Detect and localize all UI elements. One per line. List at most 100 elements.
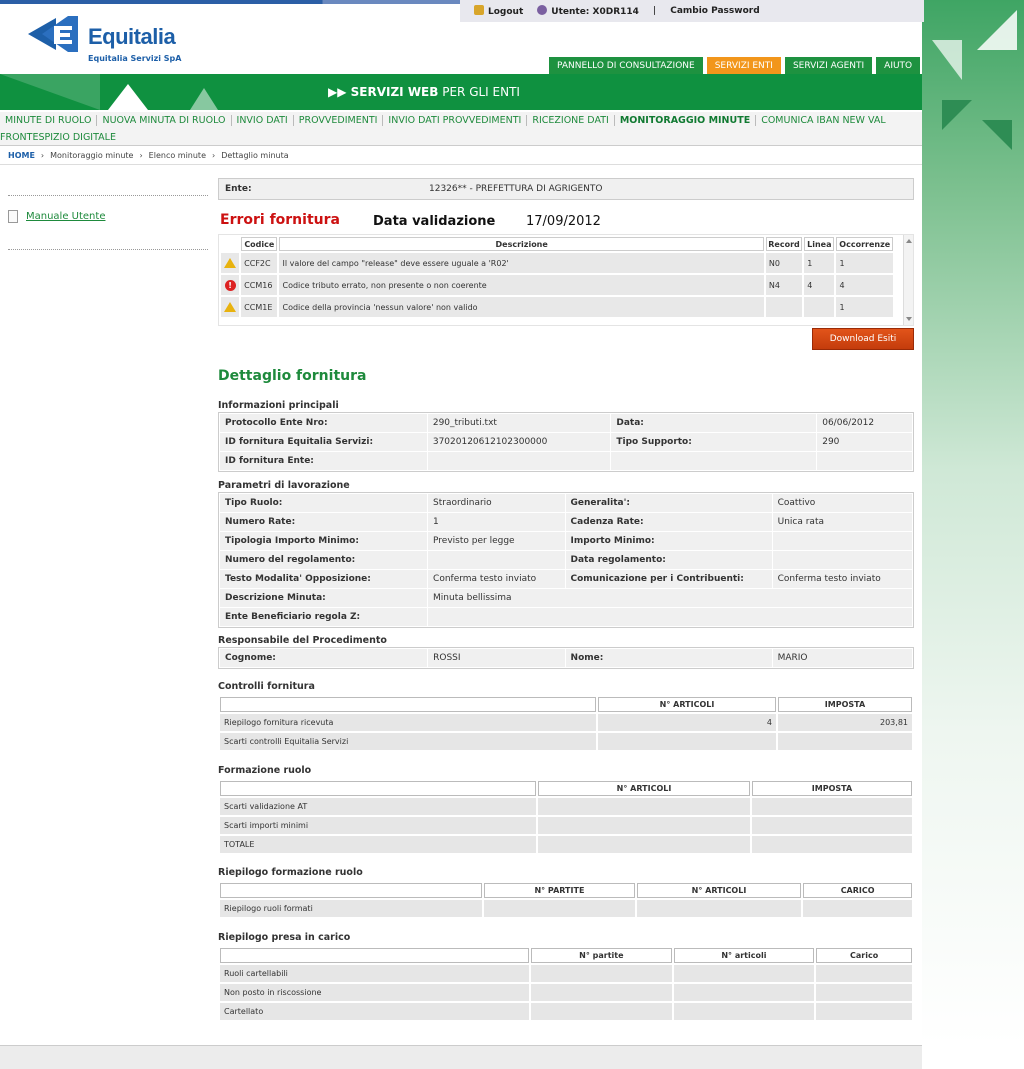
dettaglio-title: Dettaglio fornitura [218,368,367,384]
table-cell: CCF2C [241,253,278,273]
table-header: N° partite [531,948,672,963]
table-row[interactable]: CCM1E Codice della provincia 'nessun val… [221,297,893,317]
table-cell: Il valore del campo "release" deve esser… [279,253,764,273]
table-cell: N0 [765,253,803,273]
menu-monitoraggio-minute[interactable]: MONITORAGGIO MINUTE [615,115,757,126]
table-row[interactable]: ! CCM16 Codice tributo errato, non prese… [221,275,893,295]
footer [0,1045,922,1069]
table-cell: Riepilogo fornitura ricevuta [220,714,596,731]
scroll-down-icon[interactable] [906,317,912,321]
field-label: Data regolamento: [564,550,773,570]
field-value [427,607,913,627]
menu-frontespizio-digitale[interactable]: FRONTESPIZIO DIGITALE [0,132,121,143]
user-bar: Logout Utente: X0DR114 | Cambio Password [460,0,924,22]
menu-comunica-iban[interactable]: COMUNICA IBAN NEW VAL [756,115,890,126]
divider [0,164,922,165]
params-title: Parametri di lavorazione [218,480,350,491]
table-row[interactable]: CCF2C Il valore del campo "release" deve… [221,253,893,273]
table-header: IMPOSTA [778,697,912,712]
menu-minute-di-ruolo[interactable]: MINUTE DI RUOLO [0,115,98,126]
field-value: Minuta bellissima [427,588,913,608]
responsabile-title: Responsabile del Procedimento [218,635,387,646]
table-header [221,237,239,251]
table-cell [538,798,750,815]
validation-date-label: Data validazione [373,214,496,229]
field-value [771,550,914,570]
presa-carico-table: N° partite N° articoli Carico Ruoli cartel… [218,946,914,1022]
logo-subtitle: Equitalia Servizi SpA [88,54,182,63]
scrollbar[interactable] [903,235,913,325]
tab-servizi-agenti[interactable]: SERVIZI AGENTI [783,56,874,75]
table-cell [673,984,815,1001]
controlli-table: N° ARTICOLI IMPOSTA Riepilogo fornitura r… [218,695,914,752]
field-value: MARIO [771,648,914,668]
table-cell [804,297,835,317]
field-value: Unica rata [771,512,914,532]
breadcrumb-home[interactable]: HOME [8,151,35,160]
field-label: Ente Beneficiario regola Z: [218,607,429,627]
user-info: Utente: X0DR114 [537,5,639,17]
table-cell [531,984,672,1001]
manual-label[interactable]: Manuale Utente [26,211,105,222]
table-row: ID fornitura Ente: [219,451,913,471]
tab-pannello[interactable]: PANNELLO DI CONSULTAZIONE [548,56,704,75]
field-label: Cognome: [218,648,429,668]
chevron-right-icon: › [40,151,45,160]
table-row: TOTALE [220,836,912,853]
table-header: Carico [816,948,912,963]
ente-row: Ente: 12326** - PREFETTURA DI AGRIGENTO [218,178,914,200]
menu-invio-dati-provvedimenti[interactable]: INVIO DATI PROVVEDIMENTI [383,115,528,126]
field-value [771,531,914,551]
breadcrumb-monitoraggio[interactable]: Monitoraggio minute [50,151,133,160]
field-label: Testo Modalita' Opposizione: [218,569,429,589]
controlli-title: Controlli fornitura [218,681,315,692]
download-esiti-button[interactable]: Download Esiti [812,328,914,350]
top-tabs: PANNELLO DI CONSULTAZIONE SERVIZI ENTI S… [548,56,922,75]
field-label: Importo Minimo: [564,531,773,551]
errors-table[interactable]: Codice Descrizione Record Linea Occorren… [218,234,914,326]
scroll-up-icon[interactable] [906,239,912,243]
table-row: Descrizione Minuta: Minuta bellissima [218,588,913,608]
field-value: 06/06/2012 [816,413,913,433]
field-label: Tipologia Importo Minimo: [218,531,429,551]
table-header: N° ARTICOLI [636,883,802,898]
params-table: Tipo Ruolo: Straordinario Generalita': Coat… [218,492,914,628]
menu-nuova-minuta[interactable]: NUOVA MINUTA DI RUOLO [97,115,232,126]
menu-provvedimenti[interactable]: PROVVEDIMENTI [294,115,384,126]
warning-cell [221,297,240,317]
change-password-link[interactable]: Cambio Password [670,6,759,16]
field-value [427,550,566,570]
logout-link[interactable]: Logout [474,5,523,17]
equitalia-logo[interactable]: Equitalia Equitalia Servizi SpA [28,14,208,68]
field-label: Tipo Supporto: [610,432,818,452]
breadcrumb-elenco[interactable]: Elenco minute [149,151,206,160]
banner-title: ▶▶ SERVIZI WEB PER GLI ENTI [328,85,520,99]
table-row: Scarti controlli Equitalia Servizi [220,733,912,750]
tab-servizi-enti[interactable]: SERVIZI ENTI [705,56,782,75]
table-header: N° PARTITE [484,883,635,898]
menu-invio-dati[interactable]: INVIO DATI [232,115,294,126]
field-label: Protocollo Ente Nro: [219,413,428,433]
table-cell: Riepilogo ruoli formati [220,900,483,917]
field-value: Straordinario [427,493,566,513]
menu-ricezione-dati[interactable]: RICEZIONE DATI [527,115,615,126]
tab-aiuto[interactable]: AIUTO [875,56,922,75]
table-cell: 4 [598,714,776,731]
field-value: 1 [427,512,566,532]
field-label: Numero Rate: [218,512,429,532]
field-value [426,451,612,471]
table-cell [636,900,802,917]
field-value: Coattivo [771,493,914,513]
warning-icon [224,258,237,268]
table-cell: 4 [804,275,835,295]
warning-cell [221,253,240,273]
table-header: CARICO [803,883,912,898]
table-cell [531,1003,672,1020]
user-icon [537,5,548,15]
chevron-right-icon: › [139,151,143,160]
field-value: Conferma testo inviato [771,569,914,589]
validation-date-value: 17/09/2012 [526,214,601,229]
warning-icon [224,302,237,312]
manual-link[interactable]: Manuale Utente [8,210,105,223]
table-row: Scarti importi minimi [220,817,912,834]
